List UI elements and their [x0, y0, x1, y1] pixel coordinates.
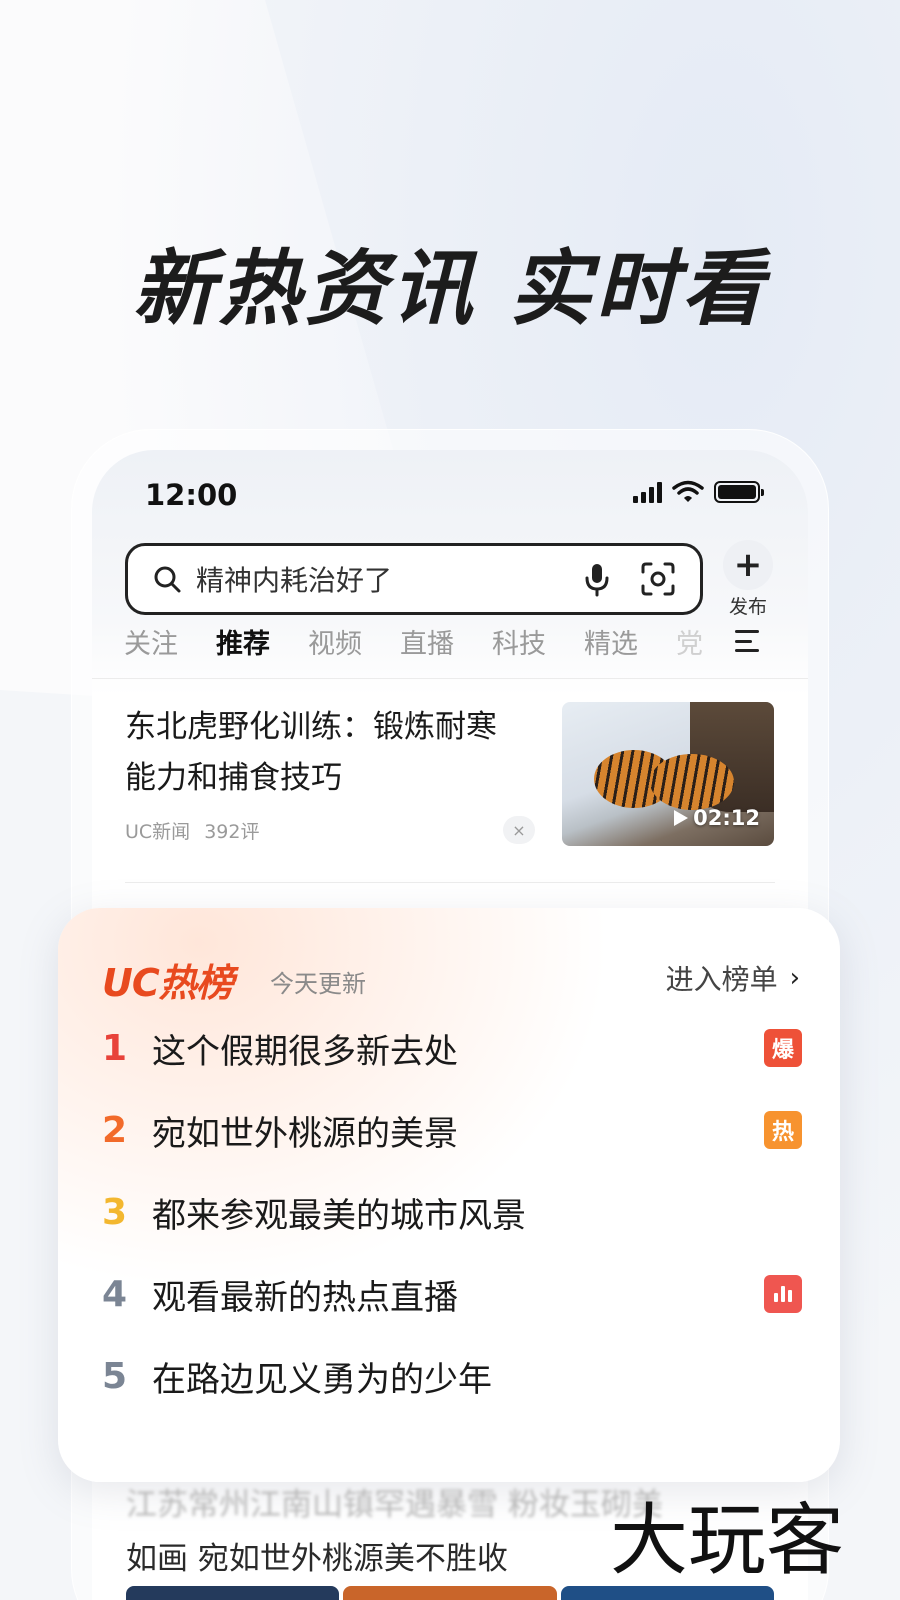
publish-button[interactable]: + 发布 [720, 540, 776, 619]
hot-badge: 热 [764, 1111, 802, 1149]
news-title[interactable]: 东北虎野化训练：锻炼耐寒能力和捕食技巧 [125, 702, 525, 804]
watermark: 大玩客 [610, 1496, 845, 1586]
chevron-right-icon: › [789, 963, 800, 993]
hot-item-title: 这个假期很多新去处 [152, 1031, 458, 1072]
hot-list-item[interactable]: 3 都来参观最美的城市风景 [102, 1186, 802, 1238]
signal-icon [633, 481, 662, 503]
hot-list-updated: 今天更新 [270, 970, 366, 998]
play-icon [674, 810, 689, 826]
plus-icon: + [723, 540, 773, 590]
tab-recommend[interactable]: 推荐 [216, 622, 270, 666]
search-icon [154, 566, 181, 593]
menu-icon[interactable] [735, 630, 759, 652]
hot-list-item[interactable]: 2 宛如世外桃源的美景 热 [102, 1104, 802, 1156]
hot-item-title: 观看最新的热点直播 [152, 1277, 458, 1318]
hot-list-card: UC热榜 今天更新 进入榜单 › 1 这个假期很多新去处 爆 2 宛如世外桃源的… [58, 908, 840, 1482]
hot-item-title: 宛如世外桃源的美景 [152, 1113, 458, 1154]
microphone-icon[interactable] [582, 561, 612, 597]
news-video-thumbnail[interactable]: 02:12 [562, 702, 774, 846]
publish-label: 发布 [728, 596, 767, 618]
news-comments: 392评 [204, 821, 260, 843]
hot-list-item[interactable]: 5 在路边见义勇为的少年 [102, 1350, 802, 1402]
news-source: UC新闻 [125, 821, 191, 843]
news-divider [125, 882, 775, 883]
news-meta: UC新闻 392评 [125, 817, 259, 844]
tab-party[interactable]: 党 [676, 622, 703, 666]
category-tabs: 关注 推荐 视频 直播 科技 精选 党 [124, 622, 724, 666]
explosive-badge: 爆 [764, 1029, 802, 1067]
rank-number: 1 [102, 1027, 128, 1069]
hot-list-logo: UC热榜 [102, 961, 234, 1005]
search-input[interactable]: 精神内耗治好了 [196, 559, 582, 599]
rank-number: 2 [102, 1109, 128, 1151]
tab-live[interactable]: 直播 [400, 622, 454, 666]
news-image [126, 1586, 340, 1600]
hot-item-title: 都来参观最美的城市风景 [152, 1195, 526, 1236]
status-icons [633, 480, 764, 504]
rank-number: 3 [102, 1191, 128, 1233]
hot-item-title: 在路边见义勇为的少年 [152, 1359, 492, 1400]
search-bar[interactable]: 精神内耗治好了 [125, 543, 703, 615]
bar-chart-icon [764, 1275, 802, 1313]
tab-follow[interactable]: 关注 [124, 622, 178, 666]
news-card[interactable]: 东北虎野化训练：锻炼耐寒能力和捕食技巧 UC新闻 392评 × 02:12 [92, 690, 808, 858]
rank-number: 5 [102, 1355, 128, 1397]
tab-divider [92, 678, 808, 679]
tiger-figure [650, 754, 734, 810]
hot-list-item[interactable]: 4 观看最新的热点直播 [102, 1268, 802, 1320]
enter-list-label: 进入榜单 [665, 963, 778, 996]
hot-list-item[interactable]: 1 这个假期很多新去处 爆 [102, 1022, 802, 1074]
news-image [343, 1586, 557, 1600]
scan-icon[interactable] [640, 561, 676, 597]
tab-featured[interactable]: 精选 [584, 622, 638, 666]
battery-icon [714, 481, 764, 503]
status-time: 12:00 [145, 478, 238, 512]
tab-tech[interactable]: 科技 [492, 622, 546, 666]
video-duration-text: 02:12 [693, 806, 760, 830]
rank-number: 4 [102, 1273, 128, 1315]
video-duration: 02:12 [673, 806, 760, 830]
tab-video[interactable]: 视频 [308, 622, 362, 666]
promo-headline: 新热资讯 实时看 [132, 242, 768, 337]
wifi-icon [672, 480, 704, 502]
enter-list-link[interactable]: 进入榜单 › [666, 958, 800, 998]
dismiss-button[interactable]: × [503, 816, 535, 844]
